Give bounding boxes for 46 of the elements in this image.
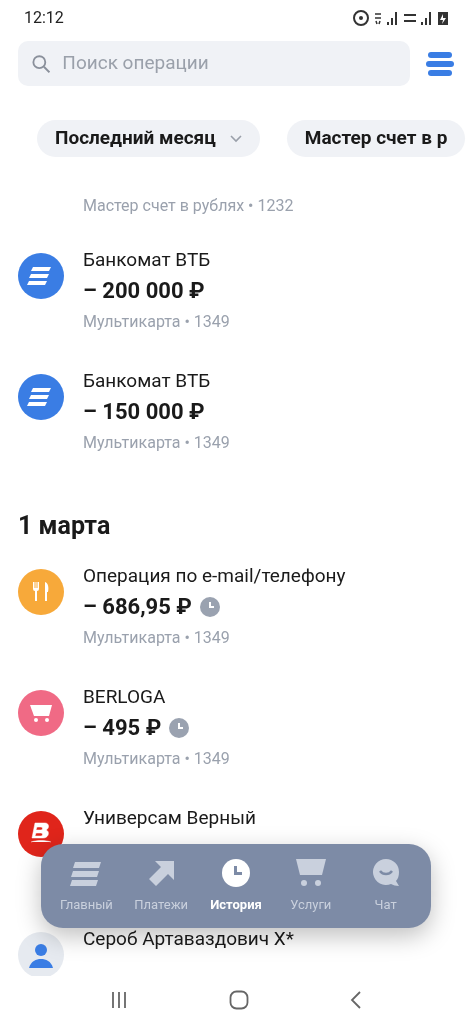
- operation-title: Банкомат ВТБ: [83, 247, 212, 273]
- cutlery-icon: [18, 569, 64, 615]
- filter-chip[interactable]: Мастер счет в р: [286, 120, 466, 157]
- arrow-icon: [148, 861, 175, 888]
- account-header: Мастер счет в рублях • 1232: [82, 195, 295, 217]
- search-icon: [32, 53, 51, 74]
- operation-amount: – 495 ₽: [83, 714, 162, 742]
- search-field[interactable]: Поиск операции: [18, 41, 410, 86]
- operation-title: Сероб Артаваздович Х*: [83, 926, 294, 952]
- cart-icon: [18, 690, 64, 736]
- menu-icon[interactable]: [426, 51, 454, 76]
- hotspot-icon: [353, 10, 369, 26]
- battery-icon: [438, 11, 448, 25]
- signal-icon: [421, 11, 433, 25]
- tab-item[interactable]: Главный: [51, 857, 122, 915]
- tab-item[interactable]: Чат: [350, 857, 421, 915]
- stripes-icon: [70, 861, 103, 888]
- person-icon: [18, 932, 64, 976]
- operation-amount: – 150 000 ₽: [83, 398, 205, 426]
- status-time: 12:12: [24, 7, 64, 29]
- operation-amount: – 200 000 ₽: [83, 277, 205, 305]
- filter-chip[interactable]: Последний месяц: [37, 120, 260, 157]
- recent-apps-icon[interactable]: [110, 991, 129, 1009]
- operation-title: Банкомат ВТБ: [83, 368, 212, 394]
- operation-title: Универсам Верный: [83, 805, 256, 831]
- bank-logo-icon: [18, 253, 64, 299]
- date-header: 1 марта: [17, 511, 112, 541]
- operation-title: BERLOGA: [83, 684, 167, 710]
- home-icon[interactable]: [229, 990, 249, 1010]
- search-input[interactable]: Поиск операции: [62, 49, 396, 78]
- operation-amount: – 686,95 ₽: [83, 593, 192, 621]
- operation-title: Операция по e-mail/телефону: [83, 563, 346, 589]
- store-logo-icon: [18, 811, 64, 857]
- cart-icon: [295, 859, 326, 888]
- tab-item[interactable]: Платежи: [126, 857, 197, 915]
- back-icon[interactable]: [349, 991, 362, 1009]
- tab-item[interactable]: Услуги: [275, 857, 346, 915]
- chat-icon: [371, 859, 400, 888]
- account-label: Мультикарта • 1349: [83, 432, 230, 454]
- account-label: Мультикарта • 1349: [83, 627, 231, 649]
- account-label: Мультикарта • 1349: [83, 748, 230, 770]
- tab-item[interactable]: История: [201, 857, 271, 915]
- bank-logo-icon: [18, 374, 64, 420]
- clock-icon: [222, 859, 250, 888]
- signal-icon: [387, 11, 399, 25]
- account-label: Мультикарта • 1349: [83, 311, 230, 333]
